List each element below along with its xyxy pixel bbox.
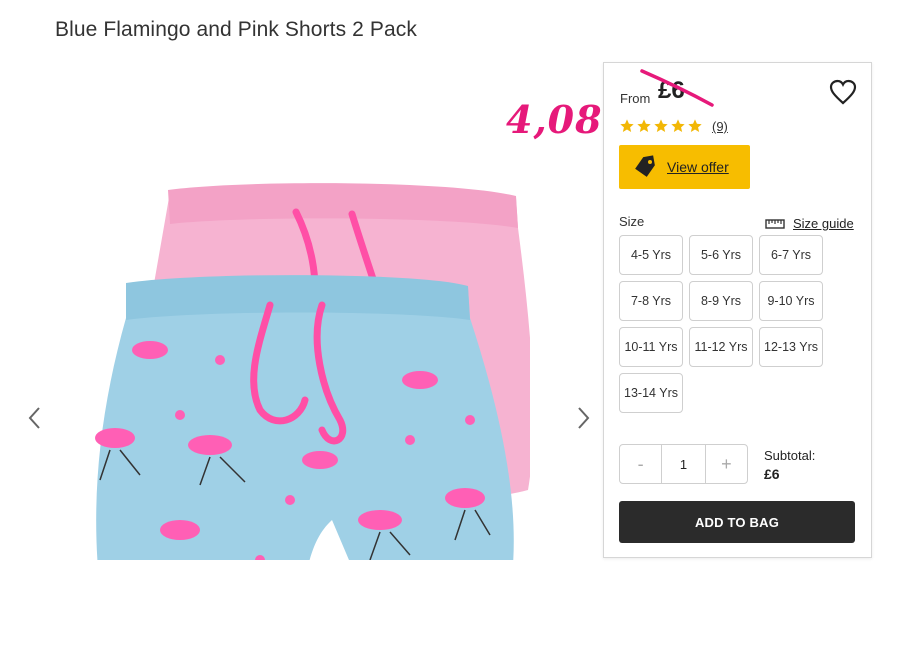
ruler-icon — [765, 218, 785, 229]
size-option-button[interactable]: 6-7 Yrs — [759, 235, 823, 275]
chevron-right-icon — [578, 407, 590, 429]
size-option-button[interactable]: 9-10 Yrs — [759, 281, 823, 321]
size-label: Size — [619, 214, 645, 229]
size-option-button[interactable]: 10-11 Yrs — [619, 327, 683, 367]
review-count-link[interactable]: (9) — [712, 119, 728, 134]
add-to-bag-button[interactable]: ADD TO BAG — [619, 501, 855, 543]
size-option-button[interactable]: 7-8 Yrs — [619, 281, 683, 321]
rating-stars — [619, 118, 703, 134]
size-option-button[interactable]: 11-12 Yrs — [689, 327, 753, 367]
quantity-decrease-button[interactable]: - — [620, 445, 661, 483]
size-option-button[interactable]: 4-5 Yrs — [619, 235, 683, 275]
size-guide-label: Size guide — [793, 216, 854, 231]
size-option-button[interactable]: 8-9 Yrs — [689, 281, 753, 321]
quantity-stepper: - 1 + — [619, 444, 748, 484]
view-offer-label: View offer — [667, 159, 729, 175]
subtotal-label: Subtotal: — [764, 448, 816, 463]
size-option-button[interactable]: 5-6 Yrs — [689, 235, 753, 275]
gallery-next-button[interactable] — [572, 400, 594, 436]
quantity-increase-button[interactable]: + — [706, 445, 747, 483]
subtotal-value: £6 — [764, 466, 780, 482]
price: £6 — [658, 77, 685, 104]
gallery-prev-button[interactable] — [24, 400, 46, 436]
star-icon — [688, 119, 702, 132]
price-tag-icon — [635, 155, 655, 177]
size-option-button[interactable]: 13-14 Yrs — [619, 373, 683, 413]
size-option-button[interactable]: 12-13 Yrs — [759, 327, 823, 367]
from-label: From — [620, 91, 651, 106]
quantity-value[interactable]: 1 — [661, 445, 706, 483]
star-icon — [637, 119, 651, 132]
product-title: Blue Flamingo and Pink Shorts 2 Pack — [55, 18, 417, 41]
heart-icon — [829, 79, 857, 105]
purchase-panel: 4,08 From £6 (9) View offer Size Size gu… — [506, 62, 872, 558]
product-image — [60, 120, 534, 606]
size-guide-link[interactable]: Size guide — [765, 216, 854, 231]
wishlist-button[interactable] — [829, 79, 857, 105]
view-offer-button[interactable]: View offer — [619, 145, 750, 189]
promo-price-annotation: 4,08 — [506, 97, 603, 142]
star-icon — [671, 119, 685, 132]
star-icon — [654, 119, 668, 132]
chevron-left-icon — [28, 407, 40, 429]
star-icon — [620, 119, 634, 132]
